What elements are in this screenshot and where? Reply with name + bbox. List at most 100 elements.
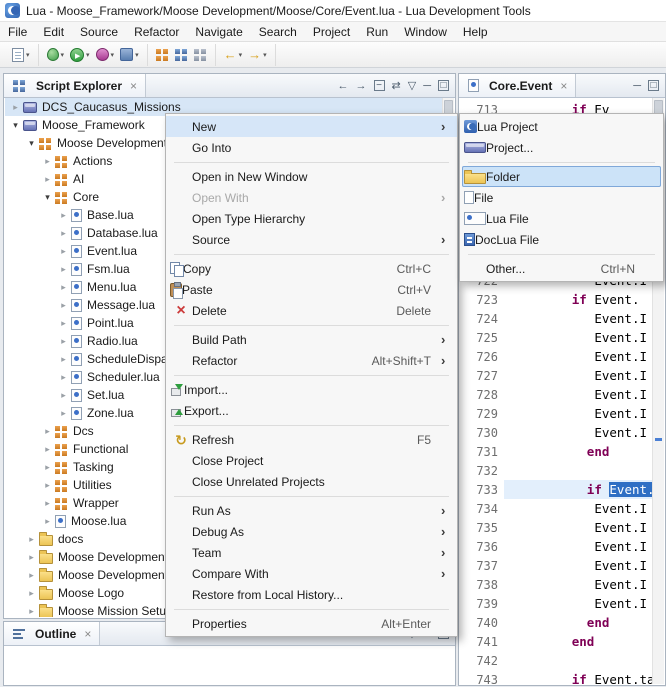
code-line-729[interactable]: 729 Event.I <box>460 404 652 423</box>
dropdown-caret-icon[interactable]: ▾ <box>239 51 243 59</box>
context-menu-item-debug-as[interactable]: Debug As› <box>166 521 457 542</box>
collapsed-arrow-icon[interactable]: ▸ <box>25 534 38 545</box>
collapsed-arrow-icon[interactable]: ▸ <box>57 246 70 257</box>
minimize-icon[interactable]: ─ <box>633 80 641 92</box>
dropdown-caret-icon[interactable]: ▾ <box>26 51 30 59</box>
expanded-arrow-icon[interactable]: ▾ <box>41 192 54 203</box>
debug-button[interactable]: ▾ <box>44 48 68 61</box>
tab-outline[interactable]: Outline × <box>4 622 100 645</box>
context-menu-item-paste[interactable]: PasteCtrl+V <box>166 279 457 300</box>
code-line-737[interactable]: 737 Event.I <box>460 556 652 575</box>
expanded-arrow-icon[interactable]: ▾ <box>25 138 38 149</box>
forward-icon[interactable]: → <box>356 80 367 92</box>
code-line-740[interactable]: 740 end <box>460 613 652 632</box>
collapsed-arrow-icon[interactable]: ▸ <box>25 588 38 599</box>
code-line-726[interactable]: 726 Event.I <box>460 347 652 366</box>
context-menu-item-build-path[interactable]: Build Path› <box>166 329 457 350</box>
context-menu-item-refactor[interactable]: RefactorAlt+Shift+T› <box>166 350 457 371</box>
collapsed-arrow-icon[interactable]: ▸ <box>57 282 70 293</box>
search-button[interactable]: ▾ <box>117 48 142 61</box>
code-line-733[interactable]: 733 if Event. <box>460 480 652 499</box>
collapsed-arrow-icon[interactable]: ▸ <box>57 228 70 239</box>
collapsed-arrow-icon[interactable]: ▸ <box>41 156 54 167</box>
menu-help[interactable]: Help <box>455 23 496 41</box>
code-line-732[interactable]: 732 <box>460 461 652 480</box>
collapsed-arrow-icon[interactable]: ▸ <box>41 516 54 527</box>
context-menu-item-team[interactable]: Team› <box>166 542 457 563</box>
menu-source[interactable]: Source <box>72 23 126 41</box>
context-menu-item-properties[interactable]: PropertiesAlt+Enter <box>166 613 457 634</box>
expanded-arrow-icon[interactable]: ▾ <box>9 120 22 131</box>
code-line-739[interactable]: 739 Event.I <box>460 594 652 613</box>
maximize-icon[interactable]: □ <box>438 80 449 91</box>
code-line-730[interactable]: 730 Event.I <box>460 423 652 442</box>
new-wizard-button[interactable]: ▾ <box>9 48 33 62</box>
dropdown-caret-icon[interactable]: ▾ <box>61 51 65 59</box>
menu-edit[interactable]: Edit <box>35 23 72 41</box>
code-line-738[interactable]: 738 Event.I <box>460 575 652 594</box>
menu-run[interactable]: Run <box>358 23 396 41</box>
collapsed-arrow-icon[interactable]: ▸ <box>25 606 38 617</box>
minimize-icon[interactable]: ─ <box>423 80 431 92</box>
close-icon[interactable]: × <box>84 627 91 641</box>
menu-file[interactable]: File <box>0 23 35 41</box>
submenu-item-lua-file[interactable]: Lua File <box>462 208 661 229</box>
code-line-743[interactable]: 743 if Event.ta <box>460 670 652 684</box>
submenu-item-doclua-file[interactable]: DocLua File <box>462 229 661 250</box>
code-line-725[interactable]: 725 Event.I <box>460 328 652 347</box>
new-lua-file-button[interactable] <box>172 48 191 61</box>
submenu-item-project[interactable]: Project... <box>462 137 661 158</box>
context-menu-item-open-type-hierarchy[interactable]: Open Type Hierarchy <box>166 208 457 229</box>
collapsed-arrow-icon[interactable]: ▸ <box>57 354 70 365</box>
collapsed-arrow-icon[interactable]: ▸ <box>41 444 54 455</box>
context-menu-item-import[interactable]: Import... <box>166 379 457 400</box>
code-line-734[interactable]: 734 Event.I <box>460 499 652 518</box>
collapsed-arrow-icon[interactable]: ▸ <box>57 408 70 419</box>
external-tools-button[interactable]: ▾ <box>93 48 118 61</box>
menu-search[interactable]: Search <box>251 23 305 41</box>
tab-script-explorer[interactable]: Script Explorer × <box>4 74 146 97</box>
context-menu-item-copy[interactable]: CopyCtrl+C <box>166 258 457 279</box>
collapsed-arrow-icon[interactable]: ▸ <box>57 300 70 311</box>
collapsed-arrow-icon[interactable]: ▸ <box>9 102 22 113</box>
menu-navigate[interactable]: Navigate <box>187 23 250 41</box>
close-icon[interactable]: × <box>560 79 567 93</box>
close-icon[interactable]: × <box>130 79 137 93</box>
collapse-all-icon[interactable]: − <box>374 80 385 91</box>
code-line-723[interactable]: 723 if Event. <box>460 290 652 309</box>
dropdown-caret-icon[interactable]: ▾ <box>111 51 115 59</box>
collapsed-arrow-icon[interactable]: ▸ <box>41 174 54 185</box>
context-menu-item-close-unrelated-projects[interactable]: Close Unrelated Projects <box>166 471 457 492</box>
back-button[interactable]: ▾ <box>221 47 246 62</box>
run-button[interactable]: ▾ <box>67 48 93 62</box>
collapsed-arrow-icon[interactable]: ▸ <box>57 264 70 275</box>
collapsed-arrow-icon[interactable]: ▸ <box>57 372 70 383</box>
back-icon[interactable]: ← <box>338 80 349 92</box>
collapsed-arrow-icon[interactable]: ▸ <box>57 390 70 401</box>
context-menu-item-delete[interactable]: DeleteDelete <box>166 300 457 321</box>
context-menu-item-compare-with[interactable]: Compare With› <box>166 563 457 584</box>
context-menu-item-source[interactable]: Source› <box>166 229 457 250</box>
new-lua-project-button[interactable] <box>153 48 172 61</box>
context-menu-item-go-into[interactable]: Go Into <box>166 137 457 158</box>
context-menu-item-new[interactable]: New› <box>166 116 457 137</box>
code-line-741[interactable]: 741 end <box>460 632 652 651</box>
collapsed-arrow-icon[interactable]: ▸ <box>57 318 70 329</box>
dropdown-caret-icon[interactable]: ▾ <box>86 51 90 59</box>
context-menu-item-close-project[interactable]: Close Project <box>166 450 457 471</box>
code-line-742[interactable]: 742 <box>460 651 652 670</box>
code-line-731[interactable]: 731 end <box>460 442 652 461</box>
context-menu-item-run-as[interactable]: Run As› <box>166 500 457 521</box>
code-line-727[interactable]: 727 Event.I <box>460 366 652 385</box>
submenu-item-file[interactable]: File <box>462 187 661 208</box>
context-menu-item-refresh[interactable]: RefreshF5 <box>166 429 457 450</box>
collapsed-arrow-icon[interactable]: ▸ <box>57 210 70 221</box>
forward-button[interactable]: ▾ <box>245 47 270 62</box>
tab-core-event[interactable]: Core.Event × <box>459 74 576 97</box>
code-line-735[interactable]: 735 Event.I <box>460 518 652 537</box>
collapsed-arrow-icon[interactable]: ▸ <box>25 552 38 563</box>
link-with-editor-icon[interactable]: ⇄ <box>392 79 401 92</box>
code-line-728[interactable]: 728 Event.I <box>460 385 652 404</box>
context-menu-item-restore-from-local-history[interactable]: Restore from Local History... <box>166 584 457 605</box>
submenu-item-lua-project[interactable]: Lua Project <box>462 116 661 137</box>
